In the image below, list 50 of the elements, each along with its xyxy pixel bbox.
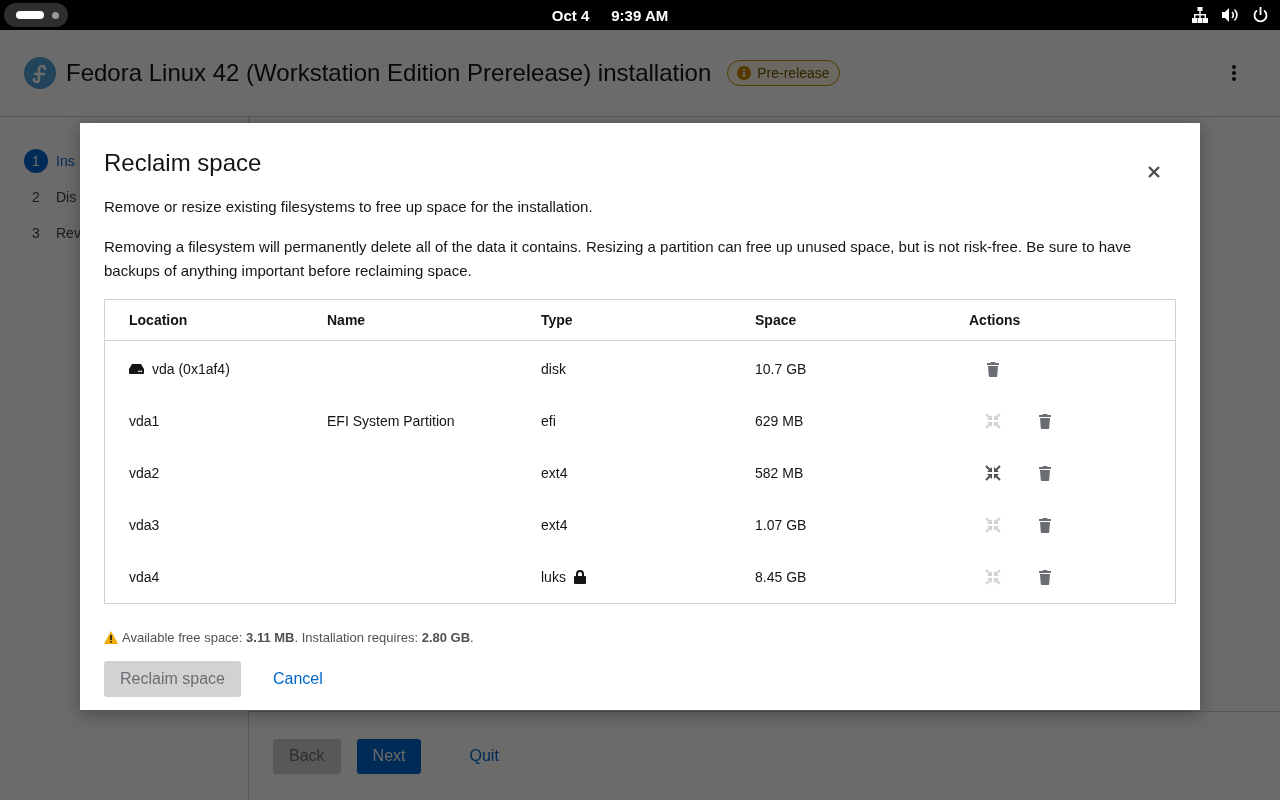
menu-icon[interactable] [1232, 65, 1236, 81]
column-header: Type [541, 312, 574, 328]
free-space-status: Available free space: 3.11 MB. Installation requires: 2.80 GB. [122, 630, 474, 645]
trash-icon[interactable] [1039, 569, 1051, 585]
location-cell: vda (0x1af4) [152, 361, 230, 377]
column-header: Location [129, 312, 189, 328]
space-cell: 629 MB [755, 413, 804, 429]
warning-icon [104, 631, 118, 644]
location-cell: vda2 [129, 465, 160, 481]
space-cell: 1.07 GB [755, 517, 807, 533]
quit-link[interactable]: Quit [453, 738, 515, 774]
info-icon [737, 66, 752, 80]
location-cell: vda3 [129, 517, 160, 533]
warning-paragraph: Removing a filesystem will permanently delete all of the data it contains. Resizing a partition can free up unused space, but is not risk-free. Be sure to have backups of anything important before reclaiming space. [104, 237, 1133, 281]
type-cell: ext4 [541, 517, 568, 533]
prerelease-badge[interactable]: Pre-release [727, 60, 840, 86]
logo-icon [24, 57, 56, 89]
activities-button[interactable] [4, 3, 68, 27]
cancel-link[interactable]: Cancel [256, 661, 339, 697]
trash-icon[interactable] [1039, 517, 1051, 533]
type-cell: ext4 [541, 465, 568, 481]
next-button[interactable]: Next [356, 738, 422, 774]
space-cell: 8.45 GB [755, 569, 807, 585]
trash-icon[interactable] [987, 361, 999, 377]
type-cell: disk [541, 361, 566, 377]
location-cell: vda4 [129, 569, 160, 585]
network-icon[interactable] [1192, 7, 1208, 23]
column-header: Name [327, 312, 367, 328]
space-cell: 582 MB [755, 465, 804, 481]
close-icon[interactable] [1148, 166, 1160, 178]
dialog-description: Remove or resize existing filesystems to free up space for the installation. [104, 197, 594, 217]
wizard-step[interactable]: 3 Rev [24, 215, 81, 251]
resize-icon[interactable] [985, 465, 1001, 481]
name-cell: EFI System Partition [327, 413, 455, 429]
wizard-step[interactable]: 1 Ins [24, 143, 75, 179]
wizard-step[interactable]: 2 Dis [24, 179, 77, 215]
trash-icon[interactable] [1039, 465, 1051, 481]
location-cell: vda1 [129, 413, 160, 429]
column-header: Actions [969, 312, 1022, 328]
space-cell: 10.7 GB [755, 361, 807, 377]
type-cell: luks [541, 569, 566, 585]
dialog-title: Reclaim space [104, 149, 263, 177]
trash-icon[interactable] [1039, 413, 1051, 429]
date-text[interactable]: Oct 4 [551, 6, 590, 24]
app-title: Fedora Linux 42 (Workstation Edition Prerelease) installation [66, 59, 712, 87]
type-cell: efi [541, 413, 556, 429]
column-header: Space [755, 312, 798, 328]
power-icon[interactable] [1253, 7, 1268, 23]
volume-icon[interactable] [1222, 7, 1239, 23]
clock-text[interactable]: 9:39 AM [611, 6, 669, 24]
